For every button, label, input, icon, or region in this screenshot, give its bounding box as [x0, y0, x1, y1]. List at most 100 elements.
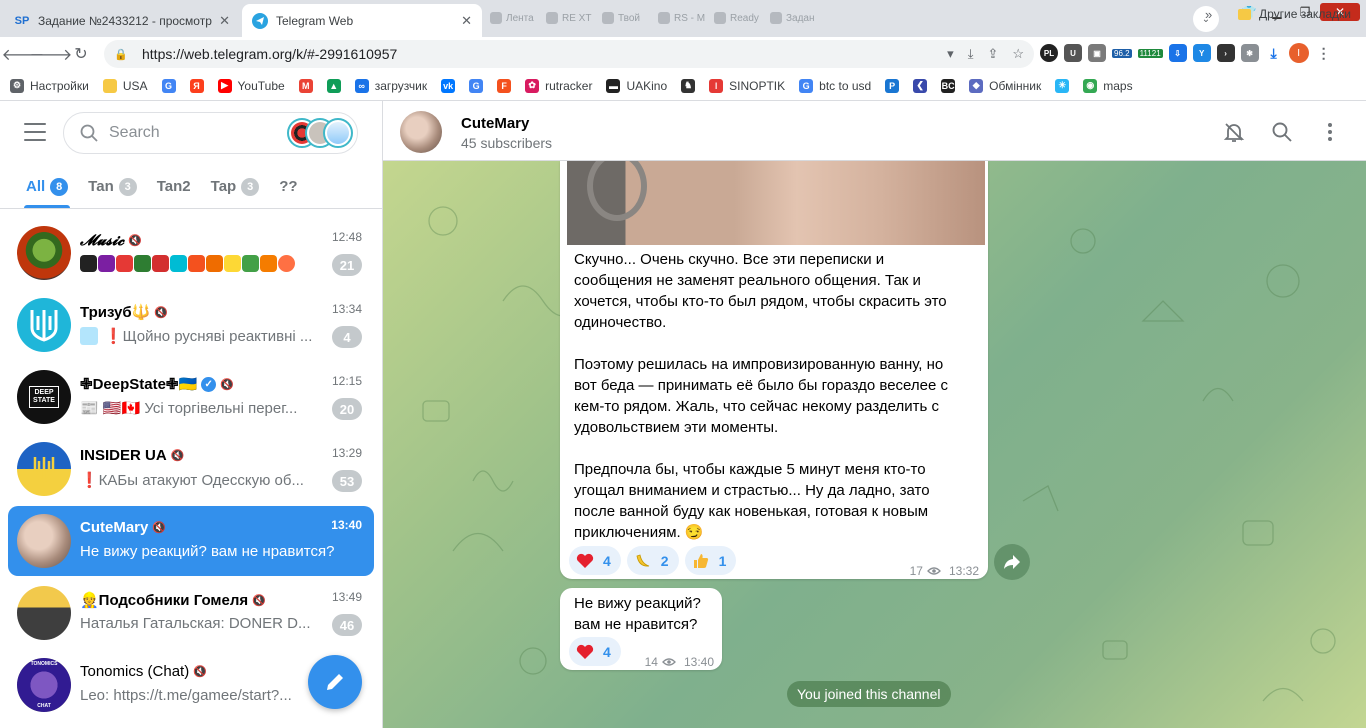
yandex-icon: Я	[189, 78, 204, 93]
lock-icon[interactable]: 🔒	[114, 48, 130, 61]
unread-badge: 21	[332, 254, 362, 276]
bookmark-label: YouTube	[237, 78, 285, 93]
reaction-heart[interactable]: 4	[569, 637, 621, 666]
mini-tab[interactable]: Ready	[714, 8, 766, 28]
bookmark-настройки[interactable]: ⚙ Настройки	[10, 78, 89, 93]
reaction-thumbs-up[interactable]: 1	[684, 546, 737, 575]
chat-preview	[80, 255, 330, 272]
bookmark-youtube[interactable]: ▶ YouTube	[217, 78, 285, 93]
tab-unknown[interactable]: ??	[279, 165, 297, 208]
briefcase-icon[interactable]: ▣	[1088, 44, 1106, 62]
chat-item-insider-ua[interactable]: INSIDER UA 🔇 13:29 ❗КАБы атакуют Одесскую…	[8, 434, 374, 504]
other-bookmarks[interactable]: Другие закладки	[1238, 7, 1351, 21]
heart-icon	[575, 642, 595, 662]
reload-icon[interactable]: ↻	[70, 43, 92, 65]
weather-extension[interactable]: 96.2	[1112, 48, 1132, 58]
chat-item-music[interactable]: 𝓜𝓾𝓼𝓲𝓬 🔇 12:48 21	[8, 218, 374, 288]
mute-bell-icon[interactable]	[1223, 121, 1245, 143]
chat-item-deepstate[interactable]: DEEP STATE ✙DeepState✙🇺🇦 ✓ 🔇 12:15 📰 🇺🇸🇨…	[8, 362, 374, 432]
sp-favicon-icon: SP	[14, 14, 30, 27]
channel-header[interactable]: CuteMary 45 subscribers	[383, 101, 1366, 161]
bookmark-btc-to-usd[interactable]: Gbtc to usd	[799, 78, 871, 93]
search-input[interactable]: Search	[63, 112, 358, 154]
hamburger-menu-icon[interactable]	[24, 123, 46, 141]
banana-icon	[633, 551, 653, 571]
bookmark-arrow[interactable]: ❮	[913, 78, 933, 93]
chat-preview: ❗КАБы атакуют Одесскую об...	[80, 472, 304, 489]
install-icon[interactable]: ⤓	[968, 46, 974, 62]
chess-icon: ♞	[681, 78, 696, 93]
bookmarks-more-icon[interactable]: »	[1205, 7, 1212, 22]
verified-icon: ✓	[201, 376, 217, 392]
search-icon[interactable]	[1271, 121, 1293, 143]
mini-tab[interactable]: RE XT	[546, 8, 598, 28]
chat-item-tryzub[interactable]: Тризуб🔱 🔇 13:34 ❗Щойно русняві реактивні …	[8, 290, 374, 360]
muted-icon: 🔇	[154, 306, 169, 319]
address-bar[interactable]: 🔒 https://web.telegram.org/k/#-299161095…	[104, 40, 1034, 68]
bitcoin-extension[interactable]: 11121	[1137, 48, 1163, 58]
bookmark-uakino[interactable]: ▬ UAKino	[606, 78, 667, 93]
new-message-button[interactable]	[308, 655, 362, 709]
channel-post[interactable]: Скучно... Очень скучно. Все эти переписк…	[560, 161, 988, 579]
tab-tan[interactable]: Tan 3	[88, 165, 137, 208]
chat-preview: Не вижу реакций? вам не нравится?	[80, 543, 335, 560]
extensions-bar: PL U ▣ 96.2 11121 ⇩ Y › ✱ ⤓ I ⋮	[1040, 43, 1333, 63]
more-menu-icon[interactable]: ⋮	[1314, 44, 1333, 62]
bookmark-chess[interactable]: ♞	[681, 78, 701, 93]
forward-icon[interactable]: 🡒	[30, 43, 73, 65]
bookmark-translate[interactable]: G	[469, 78, 489, 93]
url-text[interactable]: https://web.telegram.org/k/#-2991610957	[142, 46, 397, 62]
reaction-banana[interactable]: 2	[626, 546, 679, 575]
stories-stack[interactable]	[287, 118, 353, 148]
downloads-icon[interactable]: ⤓	[1264, 44, 1283, 62]
avatar: TONOMICS CHAT	[17, 658, 71, 712]
close-tab-icon[interactable]: ✕	[213, 13, 230, 29]
tab-all[interactable]: All 8	[23, 165, 71, 208]
y-extension-icon[interactable]: Y	[1192, 44, 1211, 62]
channel-title[interactable]: CuteMary	[461, 115, 529, 132]
post-photo[interactable]	[567, 161, 985, 245]
bookmark-bc[interactable]: BC	[941, 78, 961, 93]
bookmark-maps[interactable]: ◉ maps	[1083, 78, 1133, 93]
mini-tab[interactable]: Лента	[490, 8, 542, 28]
share-icon[interactable]: ⇪	[987, 46, 998, 62]
bookmark-f[interactable]: F	[497, 78, 517, 93]
mini-tab[interactable]: Задан	[770, 8, 822, 28]
bookmark-star[interactable]: ✳	[1055, 78, 1075, 93]
folder-count: 8	[50, 177, 69, 196]
bookmark-загрузчик[interactable]: ∞ загрузчик	[354, 78, 427, 93]
bookmark-sinoptik[interactable]: ǀ SINOPTIK	[709, 78, 785, 93]
more-options-icon[interactable]	[1319, 121, 1341, 143]
chat-item-podsobniki-gomelya[interactable]: 👷Подсобники Гомеля 🔇 13:49 Наталья Гаталь…	[8, 578, 374, 648]
dropdown-icon[interactable]: ▾	[947, 46, 954, 62]
bookmark-google[interactable]: G	[161, 78, 182, 93]
bookmark-rutracker[interactable]: ✿ rutracker	[525, 78, 592, 93]
tab-tap[interactable]: Tap 3	[211, 165, 260, 208]
extensions-puzzle-icon[interactable]: ✱	[1240, 44, 1259, 62]
tab-telegram[interactable]: Telegram Web ✕	[242, 4, 482, 37]
chat-item-cutemary[interactable]: CuteMary 🔇 13:40 Не вижу реакций? вам не …	[8, 506, 374, 576]
tab-tan2[interactable]: Tan2	[157, 165, 191, 208]
reaction-heart[interactable]: 4	[569, 546, 621, 575]
profile-avatar[interactable]: I	[1288, 43, 1309, 63]
channel-post[interactable]: Не вижу реакций? вам не нравится? 4 14 1…	[560, 588, 722, 670]
mini-tab[interactable]: RS - M	[658, 8, 710, 28]
bookmark-gmail[interactable]: M	[298, 78, 319, 93]
download-extension-icon[interactable]: ⇩	[1168, 44, 1187, 62]
bookmark-vk[interactable]: vk	[441, 78, 461, 93]
terminal-icon[interactable]: ›	[1216, 44, 1235, 62]
close-tab-icon[interactable]: ✕	[455, 13, 472, 29]
bookmark-star-icon[interactable]: ☆	[1012, 46, 1024, 62]
story-avatar[interactable]	[323, 118, 353, 148]
ublock-icon[interactable]: U	[1064, 44, 1082, 62]
bookmark-drive[interactable]: ▲	[326, 78, 347, 93]
channel-avatar[interactable]	[400, 111, 442, 153]
forward-button[interactable]	[994, 544, 1030, 580]
tab-task[interactable]: SP Задание №2433212 - просмотр з ✕	[4, 4, 240, 37]
vpn-extension-icon[interactable]: PL	[1040, 44, 1058, 62]
bookmark-usa[interactable]: USA	[102, 78, 148, 93]
bookmark-p[interactable]: P	[885, 78, 905, 93]
bookmark-yandex[interactable]: Я	[189, 78, 210, 93]
bookmark-обмінник[interactable]: ◆ Обмінник	[969, 78, 1041, 93]
mini-tab[interactable]: Твой	[602, 8, 654, 28]
